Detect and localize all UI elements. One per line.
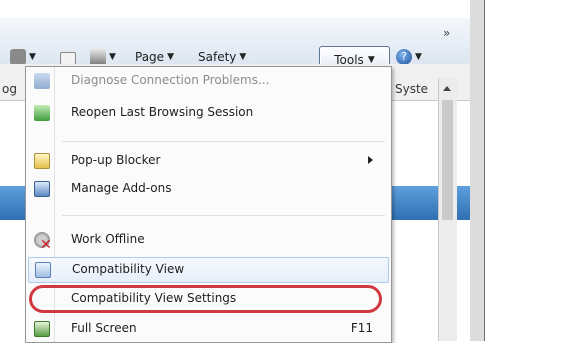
scrollbar-thumb[interactable] — [442, 100, 453, 220]
popup-blocker-icon — [34, 153, 50, 169]
overflow-chevron-icon[interactable]: » — [443, 26, 450, 40]
full-screen-icon — [34, 321, 50, 337]
menu-item-reopen-session[interactable]: Reopen Last Browsing Session — [28, 101, 387, 125]
addons-icon — [34, 181, 50, 197]
menu-item-popup-blocker[interactable]: Pop-up Blocker — [28, 149, 387, 173]
background-tab-fragment-right: Syste — [395, 82, 429, 96]
menu-item-label: Reopen Last Browsing Session — [71, 105, 254, 119]
menu-item-label: Full Screen — [71, 321, 137, 335]
menu-item-manage-addons[interactable]: Manage Add-ons — [28, 177, 387, 201]
page-button-label: Page — [135, 50, 165, 64]
shortcut-label: F11 — [350, 321, 373, 335]
network-diagnose-icon — [34, 73, 50, 89]
background-tab-fragment-left: og — [2, 82, 17, 96]
submenu-arrow-icon — [368, 156, 373, 164]
menu-item-compatibility-view[interactable]: Compatibility View — [28, 257, 389, 283]
command-bar: ▼ ▼ Page ▼ Safety ▼ Tools ▼ ? ▼ » — [0, 18, 470, 74]
menu-separator — [62, 215, 385, 216]
window-frame-edge — [470, 0, 485, 341]
safety-button-label: Safety — [198, 50, 237, 64]
menu-item-full-screen[interactable]: Full Screen F11 — [28, 317, 387, 341]
chevron-down-icon: ▼ — [29, 52, 36, 62]
chevron-down-icon: ▼ — [167, 52, 174, 62]
menu-item-label: Compatibility View — [72, 262, 185, 276]
menu-item-diagnose-connection: Diagnose Connection Problems... — [28, 69, 387, 93]
menu-item-label: Diagnose Connection Problems... — [71, 73, 270, 87]
menu-item-work-offline[interactable]: ✕ Work Offline — [28, 228, 387, 253]
chevron-down-icon: ▼ — [415, 52, 422, 62]
menu-item-label: Work Offline — [71, 232, 145, 246]
red-x-icon: ✕ — [40, 237, 52, 253]
rss-feed-icon — [10, 49, 26, 65]
highlight-ring — [29, 285, 382, 313]
compatibility-view-icon — [35, 262, 51, 278]
mail-icon — [60, 51, 76, 65]
help-icon: ? — [396, 49, 412, 65]
printer-icon — [90, 49, 106, 65]
reopen-session-icon — [34, 105, 50, 121]
chevron-down-icon: ▼ — [109, 52, 116, 62]
menu-separator — [62, 141, 385, 142]
chevron-down-icon: ▼ — [239, 52, 247, 62]
menu-item-label: Pop-up Blocker — [71, 153, 161, 167]
scroll-up-arrow-icon[interactable] — [443, 86, 451, 91]
menu-item-label: Manage Add-ons — [71, 181, 172, 195]
